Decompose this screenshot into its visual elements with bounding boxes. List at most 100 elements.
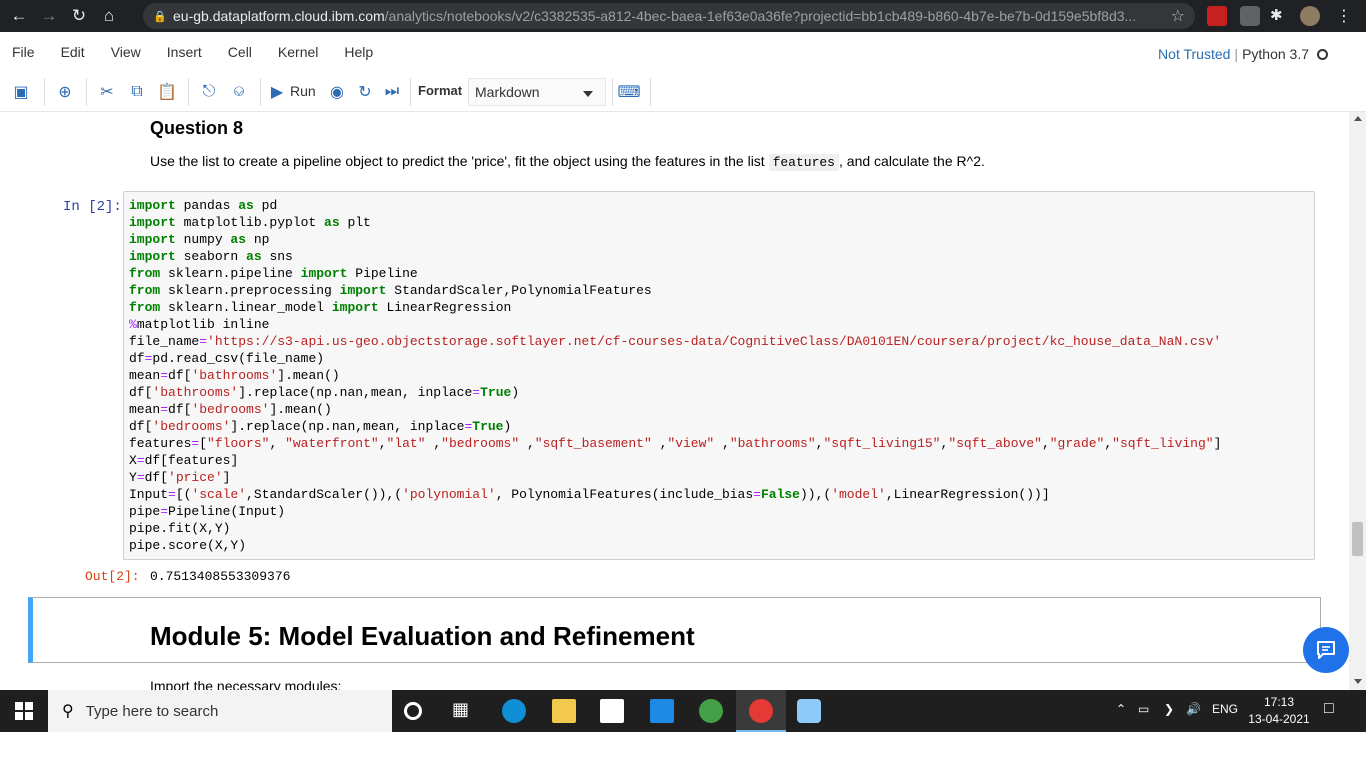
cut-icon[interactable]: ✂ bbox=[96, 81, 118, 103]
utorrent-icon[interactable] bbox=[699, 699, 723, 723]
reload-icon[interactable]: ↻ bbox=[68, 5, 90, 27]
start-button[interactable] bbox=[0, 690, 48, 732]
lock-icon: 🔒 bbox=[153, 10, 167, 23]
question-text-part: , and calculate the R^2. bbox=[839, 153, 985, 169]
format-label: Format bbox=[418, 83, 463, 98]
forward-arrow-icon[interactable]: → bbox=[38, 5, 60, 27]
volume-icon[interactable]: 🔊 bbox=[1186, 702, 1201, 716]
stop-icon[interactable]: ◉ bbox=[326, 81, 348, 103]
search-icon: ⚲ bbox=[62, 703, 74, 720]
battery-icon[interactable]: ▭ bbox=[1138, 702, 1149, 716]
menu-view[interactable]: View bbox=[98, 44, 154, 60]
notebook-menubar: File Edit View Insert Cell Kernel Help N… bbox=[0, 32, 1366, 89]
address-bar[interactable]: 🔒 eu-gb.dataplatform.cloud.ibm.com/analy… bbox=[143, 3, 1195, 29]
move-up-icon[interactable]: ⎋ bbox=[198, 81, 220, 103]
vertical-scrollbar[interactable] bbox=[1349, 112, 1366, 690]
insert-cell-icon[interactable]: ⊕ bbox=[54, 81, 76, 103]
status-divider: | bbox=[1234, 46, 1239, 62]
paint-icon[interactable] bbox=[797, 699, 821, 723]
menu-insert[interactable]: Insert bbox=[154, 44, 215, 60]
show-hidden-icons-icon[interactable]: ⌃ bbox=[1116, 702, 1126, 716]
restart-run-all-icon[interactable]: ⏭ bbox=[381, 81, 403, 103]
trust-status[interactable]: Not Trusted bbox=[1158, 46, 1230, 62]
clock-date: 13-04-2021 bbox=[1248, 712, 1310, 726]
windows-taskbar: ⚲ Type here to search ▦ ⌃ ▭ ❯ 🔊 ENG 17:1… bbox=[0, 690, 1366, 732]
move-down-icon[interactable]: ⎉ bbox=[228, 81, 250, 103]
question-text-part: Use the list to create a pipeline object… bbox=[150, 153, 765, 169]
bookmark-star-icon[interactable]: ☆ bbox=[1171, 6, 1185, 26]
url-text[interactable]: eu-gb.dataplatform.cloud.ibm.com/analyti… bbox=[173, 8, 1173, 24]
wifi-icon[interactable]: ❯ bbox=[1164, 702, 1174, 716]
search-placeholder: Type here to search bbox=[85, 702, 219, 720]
toolbar-separator bbox=[44, 78, 45, 106]
run-icon[interactable]: ▶ bbox=[266, 81, 288, 103]
page-bottom-margin bbox=[0, 732, 1366, 768]
chevron-down-icon bbox=[583, 91, 593, 97]
code-line: mean=df['bathrooms'].mean() bbox=[129, 368, 340, 383]
toolbar-separator bbox=[612, 78, 613, 106]
restart-icon[interactable]: ↻ bbox=[354, 81, 376, 103]
menu-help[interactable]: Help bbox=[331, 44, 386, 60]
pdf-extension-icon[interactable] bbox=[1207, 6, 1227, 26]
code-line: pipe.fit(X,Y) bbox=[129, 521, 231, 536]
kernel-name[interactable]: Python 3.7 bbox=[1242, 46, 1309, 62]
home-icon[interactable]: ⌂ bbox=[98, 5, 120, 27]
browser-menu-icon[interactable]: ⋮ bbox=[1334, 6, 1354, 26]
mail-icon[interactable] bbox=[650, 699, 674, 723]
puzzle-extensions-icon[interactable]: ✱ bbox=[1270, 6, 1290, 26]
code-line: from sklearn.preprocessing import Standa… bbox=[129, 283, 652, 298]
save-icon[interactable]: ▣ bbox=[10, 81, 32, 103]
code-line: pipe.score(X,Y) bbox=[129, 538, 247, 553]
clock-time: 17:13 bbox=[1263, 695, 1295, 709]
keyboard-icon[interactable]: ⌨ bbox=[617, 81, 640, 103]
notification-center-icon[interactable]: □ bbox=[1324, 700, 1334, 718]
question-text: Use the list to create a pipeline object… bbox=[150, 153, 985, 171]
system-clock[interactable]: 17:13 13-04-2021 bbox=[1244, 694, 1314, 728]
cell-type-select[interactable]: Markdown bbox=[468, 78, 606, 106]
scroll-up-arrow-icon[interactable] bbox=[1354, 116, 1362, 121]
scroll-down-arrow-icon[interactable] bbox=[1354, 679, 1362, 684]
chat-icon bbox=[1317, 641, 1335, 659]
chat-support-button[interactable] bbox=[1303, 627, 1349, 673]
menu-edit[interactable]: Edit bbox=[48, 44, 98, 60]
profile-avatar[interactable] bbox=[1300, 6, 1320, 26]
question-heading: Question 8 bbox=[150, 118, 244, 138]
camera-extension-icon[interactable] bbox=[1240, 6, 1260, 26]
menu-file[interactable]: File bbox=[0, 44, 48, 60]
code-line: df['bedrooms'].replace(np.nan,mean, inpl… bbox=[129, 419, 512, 434]
notebook-content: Question 8 Use the list to create a pipe… bbox=[0, 112, 1366, 690]
code-line: import pandas as pd bbox=[129, 198, 278, 213]
task-view-icon[interactable]: ▦ bbox=[452, 699, 476, 723]
code-line: import seaborn as sns bbox=[129, 249, 293, 264]
chrome-icon[interactable] bbox=[749, 699, 773, 723]
menu-kernel[interactable]: Kernel bbox=[265, 44, 331, 60]
code-line: import numpy as np bbox=[129, 232, 270, 247]
back-arrow-icon[interactable]: ← bbox=[8, 5, 30, 27]
url-path: /analytics/notebooks/v2/c3382535-a812-4b… bbox=[384, 8, 1137, 24]
run-button[interactable]: Run bbox=[290, 83, 316, 99]
input-prompt: In [2]: bbox=[63, 199, 122, 215]
language-indicator[interactable]: ENG bbox=[1212, 702, 1238, 716]
code-line: Input=[('scale',StandardScaler()),('poly… bbox=[129, 487, 1050, 502]
edge-icon[interactable] bbox=[502, 699, 526, 723]
file-explorer-icon[interactable] bbox=[552, 699, 576, 723]
taskbar-search[interactable]: ⚲ Type here to search bbox=[48, 690, 392, 732]
code-line: %matplotlib inline bbox=[129, 317, 270, 332]
inline-code: features bbox=[768, 154, 839, 171]
code-cell[interactable]: import pandas as pd import matplotlib.py… bbox=[123, 191, 1315, 560]
code-line: features=["floors", "waterfront","lat" ,… bbox=[129, 436, 1222, 451]
cortana-icon[interactable] bbox=[404, 702, 422, 720]
code-line: X=df[features] bbox=[129, 453, 239, 468]
toolbar-separator bbox=[260, 78, 261, 106]
menu-cell[interactable]: Cell bbox=[215, 44, 265, 60]
scrollbar-thumb[interactable] bbox=[1352, 522, 1363, 556]
copy-icon[interactable]: ⧉ bbox=[126, 81, 148, 103]
toolbar-separator bbox=[650, 78, 651, 106]
toolbar-separator bbox=[86, 78, 87, 106]
url-host: eu-gb.dataplatform.cloud.ibm.com bbox=[173, 8, 385, 24]
code-line: Y=df['price'] bbox=[129, 470, 231, 485]
store-icon[interactable] bbox=[600, 699, 624, 723]
next-cell-text: Import the necessary modules: bbox=[150, 678, 342, 690]
code-line: file_name='https://s3-api.us-geo.objects… bbox=[129, 334, 1222, 349]
paste-icon[interactable]: 📋 bbox=[156, 81, 178, 103]
